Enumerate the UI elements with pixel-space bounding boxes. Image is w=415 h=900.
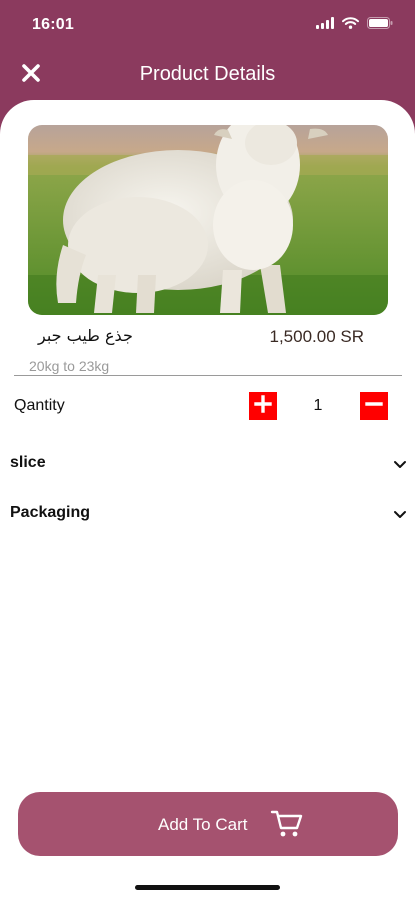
minus-icon (364, 394, 384, 419)
quantity-value: 1 (313, 397, 323, 414)
packaging-label: Packaging (10, 504, 91, 521)
product-name-row: جذع طيب جبر 1,500.00 SR (14, 322, 402, 352)
increase-quantity-button[interactable] (249, 392, 277, 420)
product-weight: 20kg to 23kg (29, 358, 110, 374)
wifi-icon (342, 17, 359, 29)
slice-label: slice (10, 454, 46, 471)
chevron-down-icon (393, 457, 407, 475)
product-image (28, 125, 388, 315)
product-details-screen: 16:01 Product Details جذع طيب جبر 1,500.… (0, 0, 415, 900)
packaging-dropdown[interactable]: Packaging (0, 499, 415, 529)
status-bar: 16:01 (0, 0, 415, 50)
add-to-cart-label: Add To Cart (158, 815, 248, 834)
add-to-cart-button[interactable]: Add To Cart (18, 792, 398, 856)
slice-dropdown[interactable]: slice (0, 449, 415, 479)
product-name: جذع طيب جبر (38, 326, 133, 345)
product-price: 1,500.00 SR (269, 327, 364, 346)
quantity-row: Qantity 1 (0, 392, 415, 422)
battery-icon (367, 17, 393, 29)
page-title: Product Details (139, 63, 276, 85)
home-indicator[interactable] (135, 885, 280, 890)
status-icons (316, 17, 393, 29)
status-time: 16:01 (32, 16, 74, 33)
decrease-quantity-button[interactable] (360, 392, 388, 420)
quantity-label: Qantity (14, 397, 65, 414)
chevron-down-icon (393, 507, 407, 525)
divider (14, 375, 402, 376)
plus-icon (253, 394, 273, 419)
cart-icon (270, 808, 304, 845)
signal-icon (316, 17, 334, 29)
